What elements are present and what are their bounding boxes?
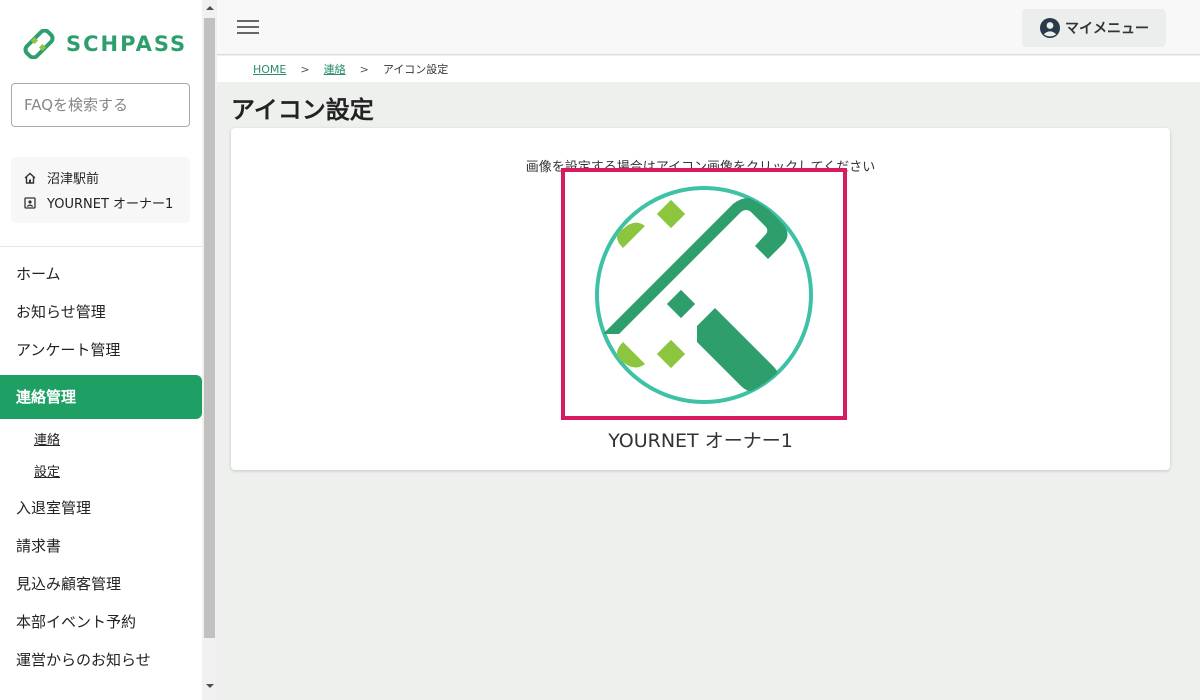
page-title: アイコン設定 xyxy=(231,96,374,124)
icon-settings-card: 画像を設定する場合はアイコン画像をクリックしてください YOURNET オーナー… xyxy=(231,128,1170,470)
sidebar-scrollbar[interactable] xyxy=(202,0,217,700)
store-info: 沼津駅前 YOURNET オーナー1 xyxy=(11,157,190,223)
hamburger-menu-icon[interactable] xyxy=(237,17,259,37)
sidebar-divider xyxy=(0,246,202,247)
store-location: 沼津駅前 xyxy=(47,172,100,187)
icon-image-button[interactable] xyxy=(561,168,847,420)
breadcrumb-contact[interactable]: 連絡 xyxy=(324,61,346,77)
sidebar-subitem-contact[interactable]: 連絡 xyxy=(0,425,202,457)
schpass-logo[interactable]: SCHPASS xyxy=(18,28,187,60)
sidebar-item-invoices[interactable]: 請求書 xyxy=(0,527,202,565)
breadcrumb-separator: > xyxy=(300,62,310,76)
top-header: マイメニュー xyxy=(217,0,1200,55)
sidebar: SCHPASS 沼津駅前 YOURNET オーナー1 ホーム お知らせ管理 アン… xyxy=(0,0,202,700)
breadcrumb-home[interactable]: HOME xyxy=(253,63,286,76)
scroll-down-arrow-icon[interactable] xyxy=(202,678,217,694)
sidebar-item-contact[interactable]: 連絡管理 xyxy=(0,375,202,419)
sidebar-item-notices[interactable]: お知らせ管理 xyxy=(0,293,202,331)
breadcrumb-current: アイコン設定 xyxy=(382,63,449,76)
breadcrumb-separator: > xyxy=(359,62,369,76)
owner-name: YOURNET オーナー1 xyxy=(608,430,793,452)
store-owner: YOURNET オーナー1 xyxy=(47,197,174,212)
sidebar-item-home[interactable]: ホーム xyxy=(0,255,202,293)
sidebar-subitem-settings[interactable]: 設定 xyxy=(0,457,202,489)
badge-icon xyxy=(24,196,36,209)
schpass-logo-icon xyxy=(23,29,55,59)
owner-avatar-icon xyxy=(595,186,813,404)
sidebar-item-hq-events[interactable]: 本部イベント予約 xyxy=(0,603,202,641)
store-owner-row: YOURNET オーナー1 xyxy=(23,190,190,215)
sidebar-item-surveys[interactable]: アンケート管理 xyxy=(0,331,202,369)
scroll-thumb[interactable] xyxy=(204,18,215,638)
home-icon xyxy=(24,172,36,184)
my-menu-button[interactable]: マイメニュー xyxy=(1022,9,1166,47)
scroll-up-arrow-icon[interactable] xyxy=(202,0,217,16)
sidebar-item-operator-news[interactable]: 運営からのお知らせ xyxy=(0,641,202,679)
sidebar-item-prospects[interactable]: 見込み顧客管理 xyxy=(0,565,202,603)
account-circle-icon xyxy=(1040,18,1060,38)
brand-name: SCHPASS xyxy=(66,32,188,56)
store-location-row: 沼津駅前 xyxy=(23,165,190,190)
sidebar-nav: ホーム お知らせ管理 アンケート管理 連絡管理 連絡 設定 入退室管理 請求書 … xyxy=(0,255,202,679)
breadcrumb: HOME > 連絡 > アイコン設定 xyxy=(217,56,1200,82)
sidebar-item-attendance[interactable]: 入退室管理 xyxy=(0,489,202,527)
my-menu-label: マイメニュー xyxy=(1065,21,1149,37)
faq-search-input[interactable] xyxy=(11,83,190,127)
